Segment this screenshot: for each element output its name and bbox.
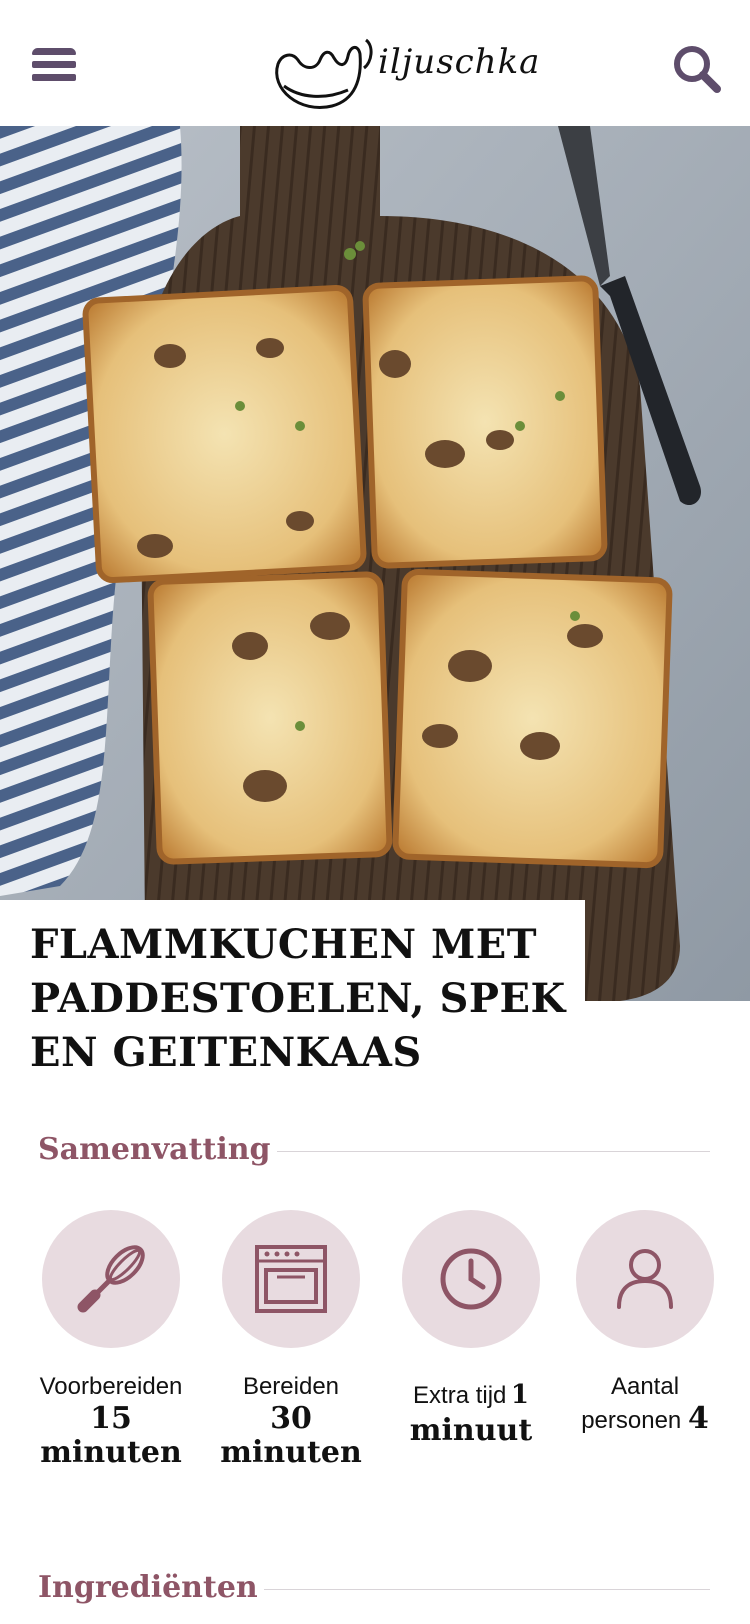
summary-label-servings-text: Aantal personen xyxy=(581,1373,682,1434)
summary-item-prep: Voorbereiden 15 minuten xyxy=(21,1210,201,1470)
summary-item-extra: Extra tijd 1 minuut xyxy=(381,1210,561,1448)
site-logo[interactable]: iljuschka xyxy=(270,34,539,114)
hero-image xyxy=(0,126,750,1001)
recipe-title: FLAMMKUCHEN MET PADDESTOELEN, SPEK EN GE… xyxy=(30,921,566,1076)
clock-icon xyxy=(402,1210,540,1348)
oven-icon xyxy=(222,1210,360,1348)
summary-label-cook: Bereiden xyxy=(242,1373,340,1400)
whisk-icon xyxy=(42,1210,180,1348)
summary-section-heading: Samenvatting xyxy=(38,1130,710,1170)
summary-label-servings: Aantal personen 4 xyxy=(575,1372,715,1436)
person-icon xyxy=(576,1210,714,1348)
summary-heading: Samenvatting xyxy=(38,1130,277,1170)
summary-item-cook: Bereiden 30 minuten xyxy=(201,1210,381,1470)
summary-value-prep: 15 minuten xyxy=(40,1401,182,1470)
summary-value-extra: minuut xyxy=(409,1413,533,1448)
summary-items: Voorbereiden 15 minuten Bereiden 30 minu… xyxy=(0,1210,750,1470)
summary-value-servings: 4 xyxy=(687,1401,709,1436)
logo-face-icon xyxy=(275,38,373,109)
summary-item-servings: Aantal personen 4 xyxy=(555,1210,735,1436)
hamburger-menu-icon[interactable] xyxy=(32,48,76,88)
ingredients-heading: Ingrediënten xyxy=(38,1568,264,1608)
summary-value-inline-extra: 1 xyxy=(510,1380,529,1410)
summary-label-prep: Voorbereiden xyxy=(39,1373,183,1400)
summary-value-cook: 30 minuten xyxy=(220,1401,362,1470)
logo-text: iljuschka xyxy=(378,42,541,82)
ingredients-section-heading: Ingrediënten xyxy=(38,1568,710,1608)
site-header: iljuschka xyxy=(0,0,750,126)
summary-line-extra: Extra tijd 1 xyxy=(381,1378,561,1414)
search-icon[interactable] xyxy=(672,44,722,94)
summary-label-extra: Extra tijd xyxy=(413,1382,507,1409)
